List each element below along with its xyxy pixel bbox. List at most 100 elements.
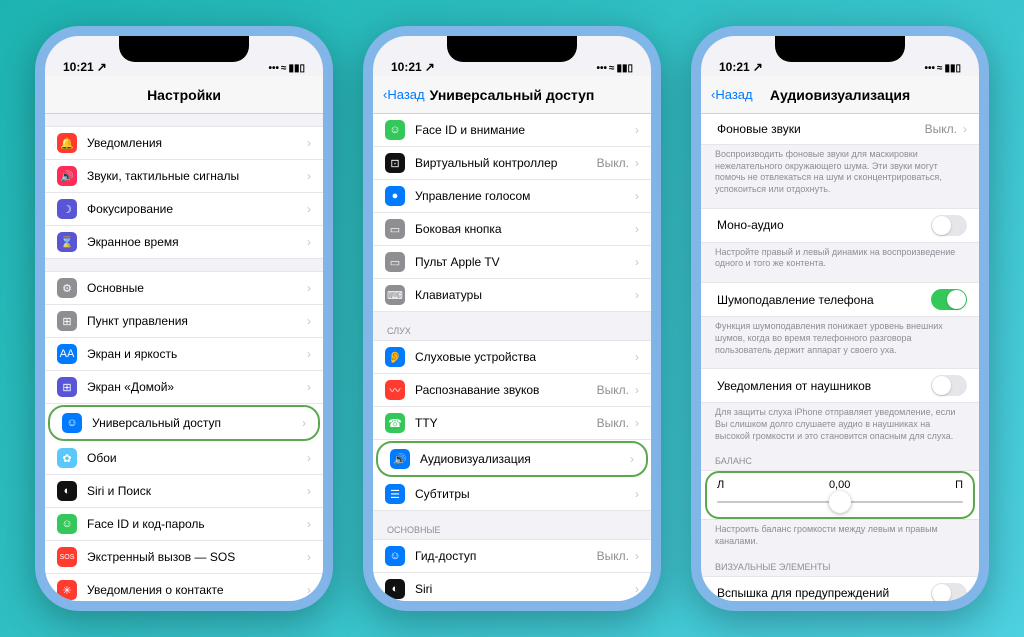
row-icon: SOS bbox=[57, 547, 77, 567]
settings-row[interactable]: ◐ Siri› bbox=[373, 573, 651, 601]
row-label: Гид-доступ bbox=[415, 549, 597, 563]
content[interactable]: 🔔Уведомления›🔊Звуки, тактильные сигналы›… bbox=[45, 114, 323, 601]
wifi-icon: ≈ bbox=[281, 63, 287, 74]
row-detail: Выкл. bbox=[597, 416, 629, 430]
row-icon: ◐ bbox=[385, 579, 405, 599]
group-header-hearing: СЛУХ bbox=[373, 312, 651, 340]
chevron-right-icon: › bbox=[635, 255, 639, 269]
row-label: Siri bbox=[415, 582, 633, 596]
status-time: 10:21 bbox=[719, 60, 750, 74]
row-label: Обои bbox=[87, 451, 305, 465]
row-label: Пульт Apple TV bbox=[415, 255, 633, 269]
settings-row[interactable]: 〰 Распознавание звуковВыкл. › bbox=[373, 374, 651, 407]
content[interactable]: ☺Face ID и внимание›⊡Виртуальный контрол… bbox=[373, 114, 651, 601]
signal-icon: ••• bbox=[596, 63, 607, 74]
row-icon: ⊞ bbox=[57, 311, 77, 331]
chevron-right-icon: › bbox=[307, 136, 311, 150]
slider-thumb[interactable] bbox=[829, 491, 851, 513]
settings-row[interactable]: ⊞Экран «Домой»› bbox=[45, 371, 323, 404]
settings-row[interactable]: ☎TTYВыкл.› bbox=[373, 407, 651, 440]
settings-row[interactable]: 👂Слуховые устройства› bbox=[373, 341, 651, 374]
battery-icon: ▮▮▯ bbox=[944, 63, 961, 74]
row-icon: ⌨ bbox=[385, 285, 405, 305]
settings-row[interactable]: ◐Siri и Поиск› bbox=[45, 475, 323, 508]
settings-row[interactable]: ☺Гид-доступВыкл.› bbox=[373, 540, 651, 573]
row-headphone-notif[interactable]: Уведомления от наушников bbox=[701, 369, 979, 402]
settings-row[interactable]: 🔊Аудиовизуализация› bbox=[376, 441, 648, 477]
signal-icon: ••• bbox=[924, 63, 935, 74]
phone-1: 10:21↗ •••≈▮▮▯ Настройки 🔔Уведомления›🔊З… bbox=[35, 26, 333, 611]
group-header-general: ОСНОВНЫЕ bbox=[373, 511, 651, 539]
settings-row[interactable]: AAЭкран и яркость› bbox=[45, 338, 323, 371]
group-general: ⚙Основные›⊞Пункт управления›AAЭкран и яр… bbox=[45, 271, 323, 601]
row-label: Экстренный вызов — SOS bbox=[87, 550, 305, 564]
settings-row[interactable]: ☺Универсальный доступ› bbox=[48, 405, 320, 441]
row-mono-audio[interactable]: Моно-аудио bbox=[701, 209, 979, 242]
settings-row[interactable]: ☰Субтитры› bbox=[373, 478, 651, 510]
location-icon: ↗ bbox=[425, 60, 435, 74]
row-label: Слуховые устройства bbox=[415, 350, 633, 364]
row-detail: Выкл. bbox=[597, 549, 629, 563]
header: ‹ Назад Универсальный доступ bbox=[373, 76, 651, 114]
toggle-mono[interactable] bbox=[931, 215, 967, 236]
settings-row[interactable]: ⚙Основные› bbox=[45, 272, 323, 305]
row-bg-sounds[interactable]: Фоновые звуки Выкл. › bbox=[701, 114, 979, 144]
toggle-headphone[interactable] bbox=[931, 375, 967, 396]
row-label: Распознавание звуков bbox=[415, 383, 597, 397]
signal-icon: ••• bbox=[268, 63, 279, 74]
settings-row[interactable]: ⌛Экранное время› bbox=[45, 226, 323, 258]
row-label: Siri и Поиск bbox=[87, 484, 305, 498]
row-label: Шумоподавление телефона bbox=[717, 293, 931, 307]
row-label: Face ID и внимание bbox=[415, 123, 633, 137]
header: Настройки bbox=[45, 76, 323, 114]
slider-left-label: Л bbox=[717, 479, 724, 491]
settings-row[interactable]: ⊞Пункт управления› bbox=[45, 305, 323, 338]
back-button[interactable]: ‹ Назад bbox=[383, 87, 425, 102]
row-label: TTY bbox=[415, 416, 597, 430]
row-label: Боковая кнопка bbox=[415, 222, 633, 236]
page-title: Настройки bbox=[147, 87, 221, 103]
row-flash-alerts[interactable]: Вспышка для предупреждений bbox=[701, 577, 979, 601]
row-icon: ☎ bbox=[385, 413, 405, 433]
settings-row[interactable]: ▭Боковая кнопка› bbox=[373, 213, 651, 246]
location-icon: ↗ bbox=[753, 60, 763, 74]
back-button[interactable]: ‹ Назад bbox=[711, 87, 753, 102]
chevron-right-icon: › bbox=[635, 156, 639, 170]
wifi-icon: ≈ bbox=[609, 63, 615, 74]
settings-row[interactable]: SOSЭкстренный вызов — SOS› bbox=[45, 541, 323, 574]
group-headphone: Уведомления от наушников bbox=[701, 368, 979, 403]
row-icon: ✳ bbox=[57, 580, 77, 600]
row-detail: Выкл. bbox=[597, 383, 629, 397]
chevron-right-icon: › bbox=[635, 383, 639, 397]
settings-row[interactable]: 🔔Уведомления› bbox=[45, 127, 323, 160]
balance-highlight: Л 0,00 П bbox=[705, 471, 975, 519]
settings-row[interactable]: ☺Face ID и внимание› bbox=[373, 114, 651, 147]
row-label: Аудиовизуализация bbox=[420, 452, 628, 466]
settings-row[interactable]: ☺Face ID и код-пароль› bbox=[45, 508, 323, 541]
settings-row[interactable]: ⊡Виртуальный контроллерВыкл.› bbox=[373, 147, 651, 180]
settings-row[interactable]: ⌨Клавиатуры› bbox=[373, 279, 651, 311]
row-noise-cancel[interactable]: Шумоподавление телефона bbox=[701, 283, 979, 316]
balance-slider[interactable] bbox=[717, 501, 963, 503]
group-general: ☺Гид-доступВыкл.›◐Siri›⊡Быстрая команда›… bbox=[373, 539, 651, 601]
settings-row[interactable]: ☽Фокусирование› bbox=[45, 193, 323, 226]
page-title: Универсальный доступ bbox=[430, 87, 595, 103]
settings-row[interactable]: ●Управление голосом› bbox=[373, 180, 651, 213]
settings-row[interactable]: ▭ Пульт Apple TV› bbox=[373, 246, 651, 279]
footer-bg: Воспроизводить фоновые звуки для маскиро… bbox=[701, 145, 979, 196]
toggle-noise[interactable] bbox=[931, 289, 967, 310]
row-icon: 〰 bbox=[385, 380, 405, 400]
settings-row[interactable]: 🔊Звуки, тактильные сигналы› bbox=[45, 160, 323, 193]
notch bbox=[775, 36, 905, 62]
slider-labels: Л 0,00 П bbox=[717, 479, 963, 491]
toggle-flash[interactable] bbox=[931, 583, 967, 601]
chevron-right-icon: › bbox=[635, 582, 639, 596]
settings-row[interactable]: ✿Обои› bbox=[45, 442, 323, 475]
battery-icon: ▮▮▯ bbox=[616, 63, 633, 74]
row-label: Вспышка для предупреждений bbox=[717, 586, 931, 600]
content[interactable]: Фоновые звуки Выкл. › Воспроизводить фон… bbox=[701, 114, 979, 601]
battery-icon: ▮▮▯ bbox=[288, 63, 305, 74]
row-icon: ▭ bbox=[385, 252, 405, 272]
settings-row[interactable]: ✳Уведомления о контакте› bbox=[45, 574, 323, 601]
chevron-right-icon: › bbox=[635, 288, 639, 302]
